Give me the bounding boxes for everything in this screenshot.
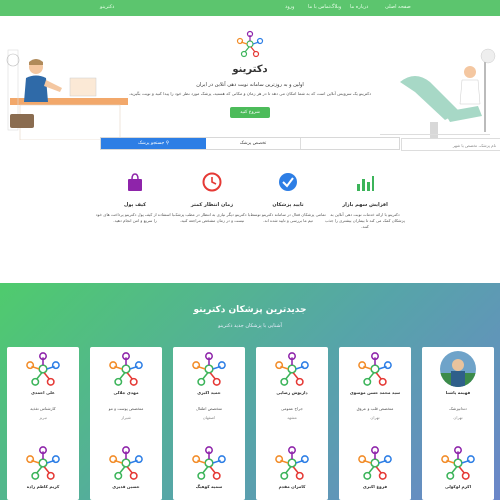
feature-verified: تایید پزشکان تمامی پزشکان فعال در سامانه… [248, 172, 328, 224]
nav-item-about[interactable]: درباره ما [350, 4, 368, 10]
doctor-name: علی احمدی [31, 390, 55, 395]
doctor-avatar-logo-icon [357, 445, 393, 481]
doctor-card[interactable]: مهدی جلالی متخصص پوست و مو شیراز [90, 347, 162, 445]
feature-text: با دکترینو دیگر نیازی به انتظار در مطب پ… [173, 212, 251, 223]
doctor-specialty: دندانپزشک [449, 406, 467, 411]
search-bar: ⚲ جستجو پزشک تخصص پزشک نام پزشک، تخصص یا… [100, 137, 500, 151]
specialty-select[interactable]: تخصص پزشک [206, 138, 301, 149]
doctor-avatar-logo-icon [440, 445, 476, 481]
clock-icon [202, 172, 222, 192]
doctor-city: تبریز [39, 415, 47, 420]
doctor-photo [440, 351, 476, 387]
check-circle-icon [279, 173, 297, 191]
search-button[interactable]: ⚲ جستجو پزشک [101, 138, 206, 149]
doctor-name: فروغ اکبری [362, 484, 388, 489]
doctor-name: کامران مقدم [278, 484, 306, 489]
feature-title: کیف پول [124, 202, 146, 208]
feature-text: با استفاده از کیف پول دکترینو پرداخت های… [95, 212, 175, 223]
doctor-avatar-logo-icon [274, 351, 310, 387]
feature-title: تایید پزشکان [272, 202, 304, 208]
doctor-avatar-logo-icon [25, 351, 61, 387]
hero-description: دکترینو یک سرویس آنلاین است که به شما ام… [128, 91, 372, 96]
doctor-avatar-logo-icon [25, 445, 61, 481]
doctor-name: حمید اکبری [197, 390, 221, 395]
nav-item-home[interactable]: صفحه اصلی [385, 4, 411, 10]
newest-doctors-section: جدیدترین پزشکان دکترینو آشنایی با پزشکان… [0, 283, 500, 500]
doctor-city: مشهد [287, 415, 297, 420]
bar-chart-icon [357, 176, 374, 191]
doctor-name: مهدی جلالی [113, 390, 139, 395]
feature-wallet: کیف پول با استفاده از کیف پول دکترینو پر… [95, 172, 175, 224]
hero-title: دکترینو [232, 64, 268, 75]
feature-market: افزایش سهم بازار دکترینو با ارائه خدمات … [325, 172, 405, 230]
doctor-card[interactable]: کامران مقدم [256, 441, 328, 500]
doctor-name: اکرم لوکولی [444, 484, 472, 489]
section-title: جدیدترین پزشکان دکترینو [193, 305, 307, 315]
doctor-specialty: متخصص اطفال [195, 406, 222, 411]
doctor-specialty: متخصص قلب و عروق [356, 406, 394, 411]
search-button-label: جستجو پزشک [137, 141, 165, 146]
doctor-specialty: جراح عمومی [281, 406, 303, 411]
top-navbar: دکترینو صفحه اصلی درباره ما وبلاگ تماس ب… [0, 0, 500, 16]
doctor-specialty: متخصص پوست و مو [108, 406, 144, 411]
doctor-desk-illustration [6, 49, 128, 140]
feature-wait-time: زمان انتظار کمتر با دکترینو دیگر نیازی ب… [172, 172, 252, 224]
doctor-card[interactable]: فروغ اکبری [339, 441, 411, 500]
feature-title: افزایش سهم بازار [342, 202, 388, 208]
doctor-name: سمیه کوهیگ [195, 484, 223, 489]
feature-text: دکترینو با ارائه خدمات نوبت دهی آنلاین ب… [325, 212, 405, 229]
features-section: افزایش سهم بازار دکترینو با ارائه خدمات … [0, 172, 500, 282]
nav-item-blog[interactable]: وبلاگ [330, 4, 341, 10]
doctor-name: فهیمه پاشنا [445, 390, 471, 395]
doctor-card[interactable]: کریم کاظم زاده [7, 441, 79, 500]
doctor-avatar-logo-icon [191, 351, 227, 387]
doctor-name: داریوش رضایی [276, 390, 308, 395]
nav-brand[interactable]: دکترینو [100, 4, 114, 10]
doctor-name: کریم کاظم زاده [26, 484, 60, 489]
brand-logo [236, 30, 264, 58]
doctor-specialty: کارشناس تغذیه [30, 406, 56, 411]
doctor-card[interactable]: داریوش رضایی جراح عمومی مشهد [256, 347, 328, 445]
doctor-card[interactable]: فهیمه پاشنا دندانپزشک تهران [422, 347, 494, 445]
doctor-avatar-logo-icon [108, 351, 144, 387]
doctor-card[interactable]: اکرم لوکولی [422, 441, 494, 500]
feature-title: زمان انتظار کمتر [190, 202, 234, 208]
doctor-card[interactable]: حسین قدیری [90, 441, 162, 500]
doctor-avatar-logo-icon [191, 445, 227, 481]
doctor-card[interactable]: سید محمد حسن موسوی متخصص قلب و عروق تهران [339, 347, 411, 445]
doctor-city: تهران [453, 415, 463, 420]
section-subtitle: آشنایی با پزشکان جدید دکترینو [218, 323, 282, 329]
doctor-city: شیراز [121, 415, 131, 420]
doctor-avatar-logo-icon [274, 445, 310, 481]
doctor-avatar-logo-icon [357, 351, 393, 387]
get-started-button[interactable]: شروع کنید [230, 107, 270, 118]
doctor-city: تهران [370, 415, 380, 420]
search-input[interactable]: نام پزشک، تخصص یا شهر [401, 138, 500, 151]
doctor-card[interactable]: سمیه کوهیگ [173, 441, 245, 500]
hero-tagline: اولین و به روزترین سامانه نوبت دهی آنلای… [196, 82, 304, 88]
doctor-name: سید محمد حسن موسوی [349, 390, 401, 395]
bag-icon [128, 173, 142, 191]
doctor-card[interactable]: علی احمدی کارشناس تغذیه تبریز [7, 347, 79, 445]
doctor-city: اصفهان [202, 415, 216, 420]
nav-item-login[interactable]: ورود [285, 4, 294, 10]
doctor-avatar-logo-icon [108, 445, 144, 481]
doctor-name: حسین قدیری [112, 484, 140, 489]
search-icon: ⚲ [164, 141, 170, 146]
feature-text: تمامی پزشکان فعال در سامانه دکترینو توسط… [250, 212, 326, 223]
nav-item-contact[interactable]: تماس با ما [308, 4, 330, 10]
doctor-card[interactable]: حمید اکبری متخصص اطفال اصفهان [173, 347, 245, 445]
